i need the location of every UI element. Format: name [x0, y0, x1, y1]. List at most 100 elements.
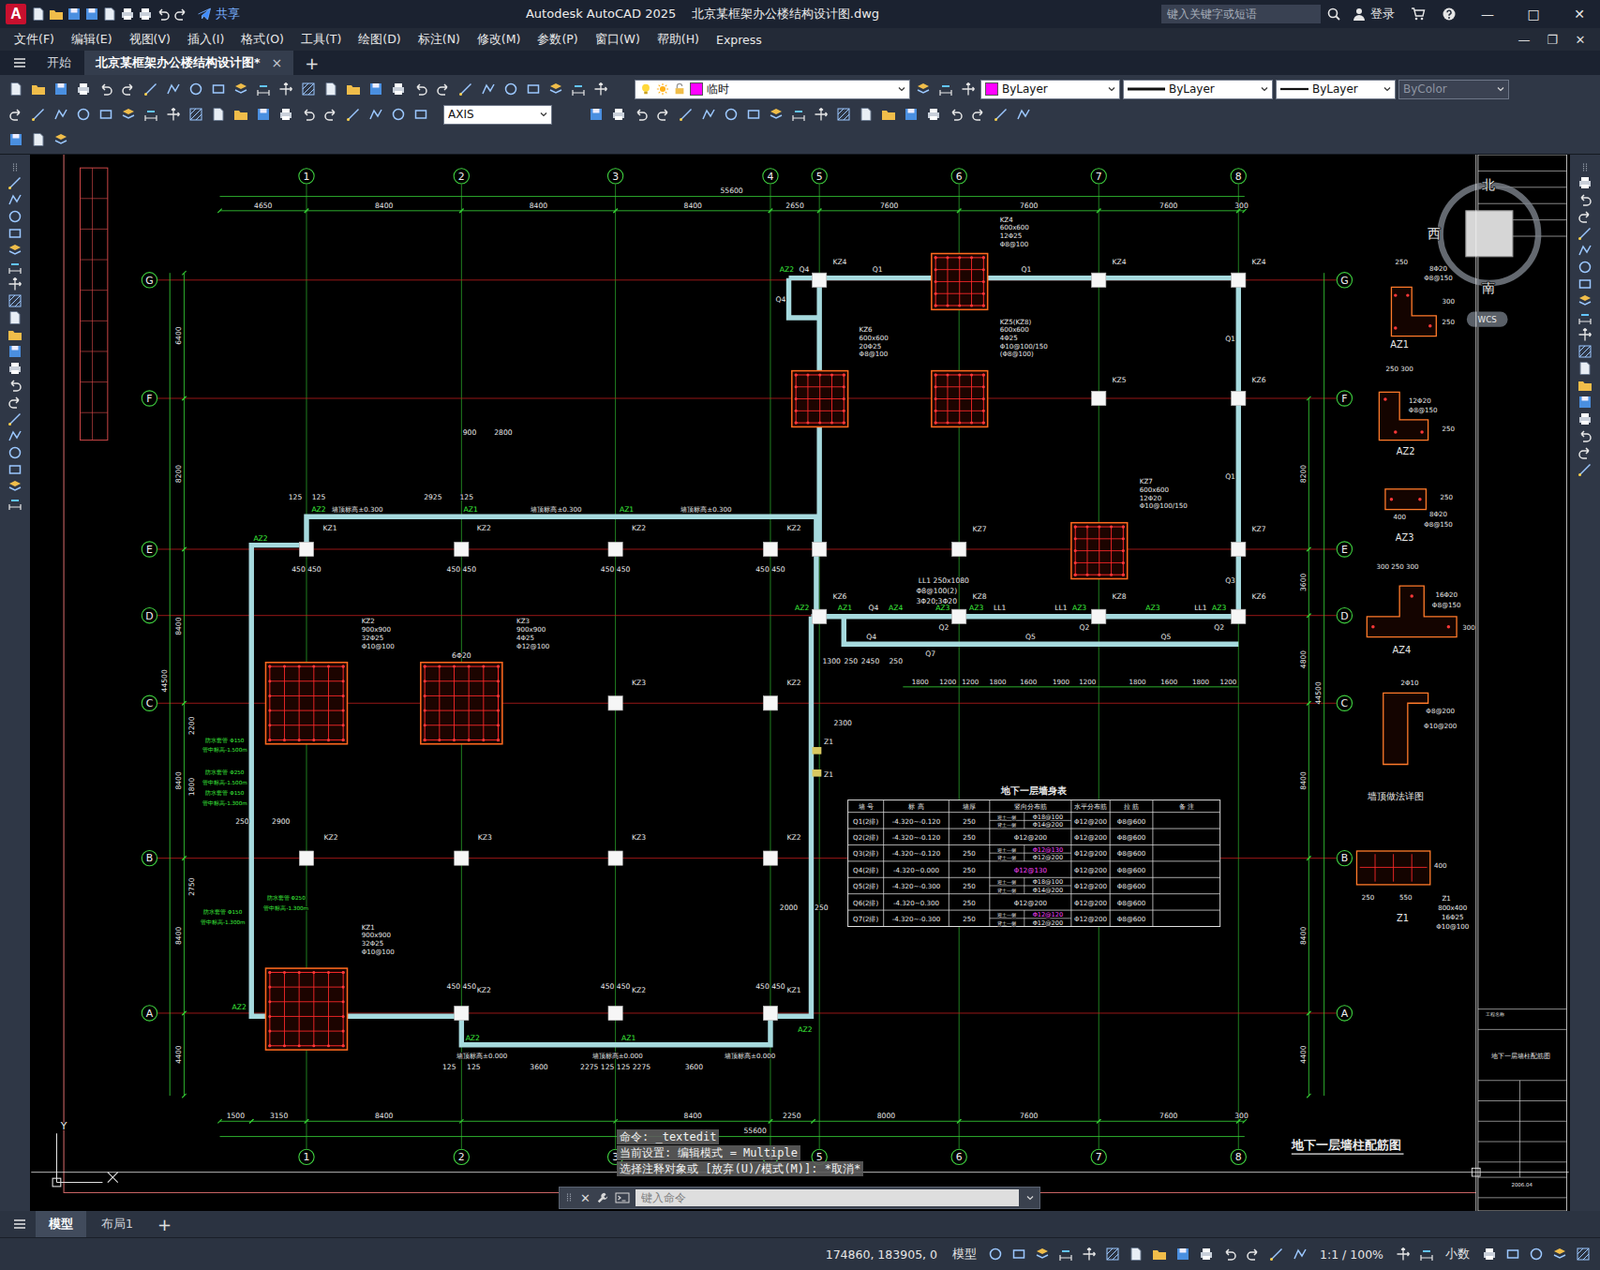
draw-tool-icon[interactable]	[7, 242, 23, 258]
column-marker[interactable]	[1091, 272, 1107, 287]
tool-icon[interactable]	[255, 106, 271, 122]
status-toggle[interactable]	[1196, 1244, 1217, 1265]
modify-tool-icon[interactable]	[1577, 411, 1593, 427]
layer-tool-icon[interactable]	[938, 81, 954, 97]
modify-tool-icon[interactable]	[1577, 394, 1593, 410]
tool-button[interactable]	[765, 104, 786, 125]
column-marker[interactable]	[952, 609, 967, 624]
tool-button[interactable]	[388, 104, 408, 125]
annotation-scale[interactable]: 1:1 / 100%	[1314, 1247, 1390, 1262]
status-toggle[interactable]	[1525, 1244, 1546, 1265]
menu-item[interactable]: 视图(V)	[120, 31, 180, 48]
layer-on-icon[interactable]	[639, 82, 653, 96]
tool-icon[interactable]	[593, 81, 609, 97]
status-toggle[interactable]	[1150, 1244, 1170, 1265]
cart-icon[interactable]	[1410, 6, 1426, 22]
tool-button[interactable]	[163, 104, 183, 125]
tool-button[interactable]	[50, 79, 71, 100]
rebar-column[interactable]	[420, 662, 503, 745]
status-toggle[interactable]	[1173, 1244, 1194, 1265]
status-toggle[interactable]	[1103, 1244, 1123, 1265]
tool-button[interactable]	[73, 79, 93, 100]
status-toggle[interactable]	[1220, 1244, 1241, 1265]
tool-button[interactable]	[298, 104, 318, 125]
tool-icon[interactable]	[656, 106, 672, 122]
status-icon[interactable]	[1395, 1246, 1411, 1262]
tool-button[interactable]	[365, 79, 386, 100]
tool-icon[interactable]	[30, 106, 46, 122]
tool-icon[interactable]	[120, 106, 136, 122]
new-tab-button[interactable]: +	[295, 50, 329, 75]
document-control[interactable]: ❐	[1538, 32, 1567, 47]
modify-tool-icon[interactable]	[1577, 276, 1593, 292]
draw-tool-icon[interactable]	[7, 428, 23, 444]
tool-button[interactable]	[275, 104, 296, 125]
tool-icon[interactable]	[75, 81, 91, 97]
tool-button[interactable]	[50, 104, 71, 125]
tool-icon[interactable]	[30, 132, 46, 148]
tool-button[interactable]	[990, 104, 1011, 125]
menu-item[interactable]: Express	[707, 32, 771, 47]
draw-tool-icon[interactable]	[7, 377, 23, 393]
column-marker[interactable]	[1091, 390, 1107, 405]
tool-icon[interactable]	[390, 106, 406, 122]
tool-icon[interactable]	[53, 106, 69, 122]
tool-icon[interactable]	[188, 81, 204, 97]
draw-tool-icon[interactable]	[7, 360, 23, 376]
tool-button[interactable]	[743, 104, 763, 125]
tool-button[interactable]	[253, 104, 273, 125]
status-toggle[interactable]	[1479, 1244, 1499, 1265]
modify-tool-icon[interactable]	[1577, 225, 1593, 241]
help-icon[interactable]	[1441, 6, 1457, 22]
status-toggle[interactable]	[1032, 1244, 1053, 1265]
tool-icon[interactable]	[8, 132, 24, 148]
tool-button[interactable]	[608, 104, 629, 125]
search-field[interactable]	[1161, 4, 1321, 24]
tool-icon[interactable]	[746, 106, 762, 122]
chevron-icon[interactable]	[896, 83, 908, 95]
status-icon[interactable]	[1481, 1246, 1497, 1262]
tool-button[interactable]	[298, 79, 318, 100]
tool-button[interactable]	[230, 79, 251, 100]
status-icon[interactable]	[1552, 1246, 1568, 1262]
palette-grip-icon[interactable]	[9, 162, 21, 174]
tool-button[interactable]	[140, 104, 161, 125]
menu-icon[interactable]	[12, 1216, 28, 1232]
column-marker[interactable]	[762, 851, 778, 866]
status-toggle[interactable]	[1416, 1244, 1436, 1265]
modify-tool-icon[interactable]	[1577, 377, 1593, 393]
modify-tool-icon[interactable]	[1577, 343, 1593, 359]
column-marker[interactable]	[299, 851, 314, 866]
login-button[interactable]: 登录	[1345, 5, 1401, 23]
tool-icon[interactable]	[300, 81, 316, 97]
walls[interactable]	[251, 278, 1239, 1046]
menu-item[interactable]: 修改(M)	[468, 31, 530, 48]
tool-button[interactable]	[343, 79, 363, 100]
plot-style-dropdown[interactable]: ByColor	[1398, 79, 1510, 100]
tool-button[interactable]	[568, 79, 588, 100]
tool-button[interactable]	[630, 104, 651, 125]
tool-button[interactable]	[28, 104, 48, 125]
tool-icon[interactable]	[323, 81, 339, 97]
tool-icon[interactable]	[210, 81, 226, 97]
z1-marker[interactable]	[812, 747, 823, 755]
space-toggle[interactable]: 模型	[946, 1246, 983, 1263]
tool-button[interactable]	[410, 79, 431, 100]
wcs-pill[interactable]	[1466, 312, 1509, 328]
tool-button[interactable]	[320, 79, 341, 100]
tool-icon[interactable]	[233, 106, 249, 122]
layer-dropdown[interactable]: 临时	[634, 79, 911, 100]
column-marker[interactable]	[1231, 541, 1246, 556]
menu-item[interactable]: 插入(I)	[179, 31, 233, 48]
draw-tool-icon[interactable]	[7, 411, 23, 427]
modify-tool-icon[interactable]	[1577, 327, 1593, 343]
layout-tab[interactable]: 布局1	[88, 1211, 147, 1238]
tool-icon[interactable]	[300, 106, 316, 122]
search-icon[interactable]	[1326, 6, 1342, 22]
tool-icon[interactable]	[548, 81, 564, 97]
tool-icon[interactable]	[8, 81, 24, 97]
document-control[interactable]: ✕	[1566, 32, 1595, 47]
rebar-column[interactable]	[265, 662, 347, 745]
wrench-icon[interactable]	[596, 1191, 610, 1205]
az3-section[interactable]	[1385, 489, 1427, 510]
